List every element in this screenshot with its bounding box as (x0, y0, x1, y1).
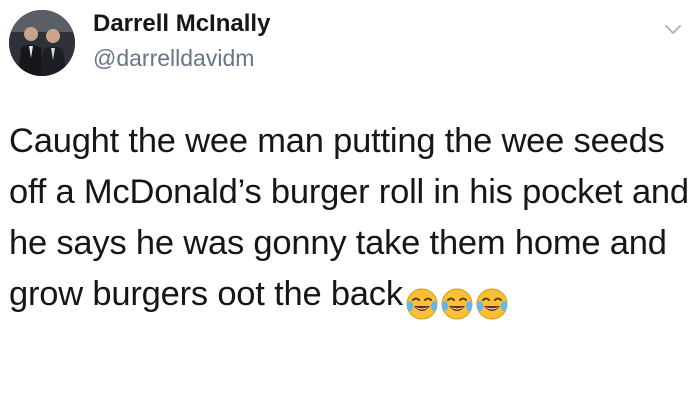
tweet-text: Caught the wee man putting the wee seeds… (9, 116, 689, 326)
face-with-tears-of-joy-icon (440, 285, 474, 320)
tweet-text-content: Caught the wee man putting the wee seeds… (9, 122, 689, 313)
avatar-image (9, 10, 75, 76)
avatar[interactable] (9, 10, 75, 76)
author-name[interactable]: Darrell McInally (93, 10, 270, 38)
emoji-row (405, 275, 510, 326)
chevron-down-icon[interactable] (662, 18, 684, 40)
face-with-tears-of-joy-icon (405, 285, 439, 320)
tweet-card: Darrell McInally @darrelldavidm Caught t… (0, 0, 700, 411)
face-with-tears-of-joy-icon (475, 285, 509, 320)
author-handle[interactable]: @darrelldavidm (93, 45, 254, 72)
